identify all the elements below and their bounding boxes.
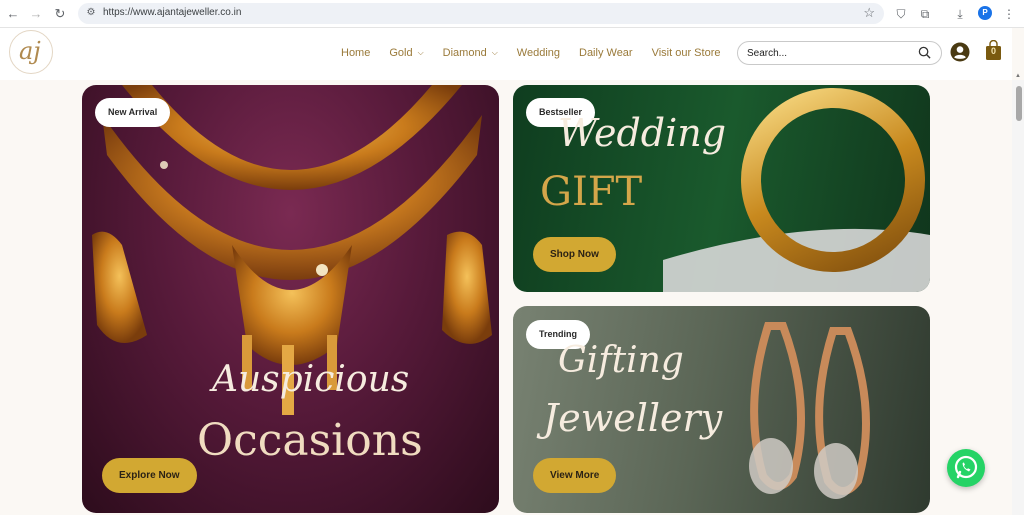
back-icon[interactable]: ← <box>3 4 23 24</box>
menu-label: Daily Wear <box>579 47 633 59</box>
banner-script-text: Wedding <box>558 111 727 155</box>
menu-label: Home <box>341 47 371 59</box>
shop-now-button[interactable]: Shop Now <box>533 237 616 272</box>
menu-item-diamond[interactable]: Diamond ⌵ <box>443 47 498 59</box>
cart-button[interactable]: 0 <box>985 39 1002 61</box>
forward-icon[interactable]: → <box>26 4 46 24</box>
cart-count: 0 <box>990 46 996 56</box>
site-header: aj Home Gold ⌵ Diamond ⌵ Wedding Daily Wea… <box>0 28 1012 80</box>
chevron-down-icon: ⌵ <box>417 48 424 57</box>
site-info-icon[interactable]: ⚙ <box>85 7 97 19</box>
reload-icon[interactable]: ↻ <box>50 4 70 24</box>
scroll-up-arrow-icon[interactable]: ▲ <box>1015 73 1021 79</box>
banner-title: GIFT <box>540 169 643 215</box>
address-bar[interactable]: ⚙ https://www.ajantajeweller.co.in ☆ <box>78 3 884 24</box>
extensions-puzzle-icon[interactable]: ⧉ <box>915 4 935 24</box>
banner-script-text: Auspicious <box>212 359 410 400</box>
profile-avatar[interactable]: P <box>978 6 992 20</box>
chevron-down-icon: ⌵ <box>491 48 498 57</box>
site-logo[interactable]: aj <box>9 30 53 74</box>
menu-label: Visit our Store <box>651 47 721 59</box>
badge-new-arrival: New Arrival <box>95 98 171 127</box>
whatsapp-icon <box>954 455 978 479</box>
menu-item-wedding[interactable]: Wedding <box>517 47 560 59</box>
banner-bestseller[interactable]: Bestseller Wedding GIFT Shop Now <box>513 85 930 292</box>
main-menu: Home Gold ⌵ Diamond ⌵ Wedding Daily Wear V… <box>341 47 739 59</box>
banner-trending[interactable]: Trending Gifting Jewellery View More <box>513 306 930 513</box>
menu-label: Gold <box>389 47 413 59</box>
search-box <box>737 41 942 65</box>
browser-toolbar: ← → ↻ ⚙ https://www.ajantajeweller.co.in… <box>0 0 1024 28</box>
banner-title: Occasions <box>197 415 423 466</box>
url-text: https://www.ajantajeweller.co.in <box>103 7 242 18</box>
menu-item-home[interactable]: Home <box>341 47 370 59</box>
menu-item-gold[interactable]: Gold ⌵ <box>389 47 423 59</box>
banner-script-text-2: Jewellery <box>543 396 723 440</box>
whatsapp-chat-button[interactable] <box>947 449 985 487</box>
scroll-thumb[interactable] <box>1016 86 1022 121</box>
menu-label: Wedding <box>516 47 560 59</box>
shield-extension-icon[interactable]: ⛉ <box>891 4 911 24</box>
explore-now-button[interactable]: Explore Now <box>102 458 197 493</box>
menu-item-daily-wear[interactable]: Daily Wear <box>579 47 633 59</box>
download-icon[interactable]: ⤓ <box>950 4 970 24</box>
banner-new-arrival[interactable]: New Arrival Auspicious Occasions Explore… <box>82 85 499 513</box>
search-icon[interactable] <box>918 46 931 59</box>
bookmark-star-icon[interactable]: ☆ <box>863 5 875 21</box>
banner-script-text: Gifting <box>558 340 684 381</box>
page-scrollbar[interactable] <box>1012 80 1024 515</box>
menu-item-visit-store[interactable]: Visit our Store <box>652 47 721 59</box>
user-account-icon[interactable] <box>950 42 970 62</box>
view-more-button[interactable]: View More <box>533 458 617 493</box>
browser-menu-icon[interactable]: ⋮ <box>999 4 1019 24</box>
search-input[interactable] <box>747 46 907 61</box>
menu-label: Diamond <box>442 47 487 59</box>
logo-text: aj <box>19 37 41 65</box>
